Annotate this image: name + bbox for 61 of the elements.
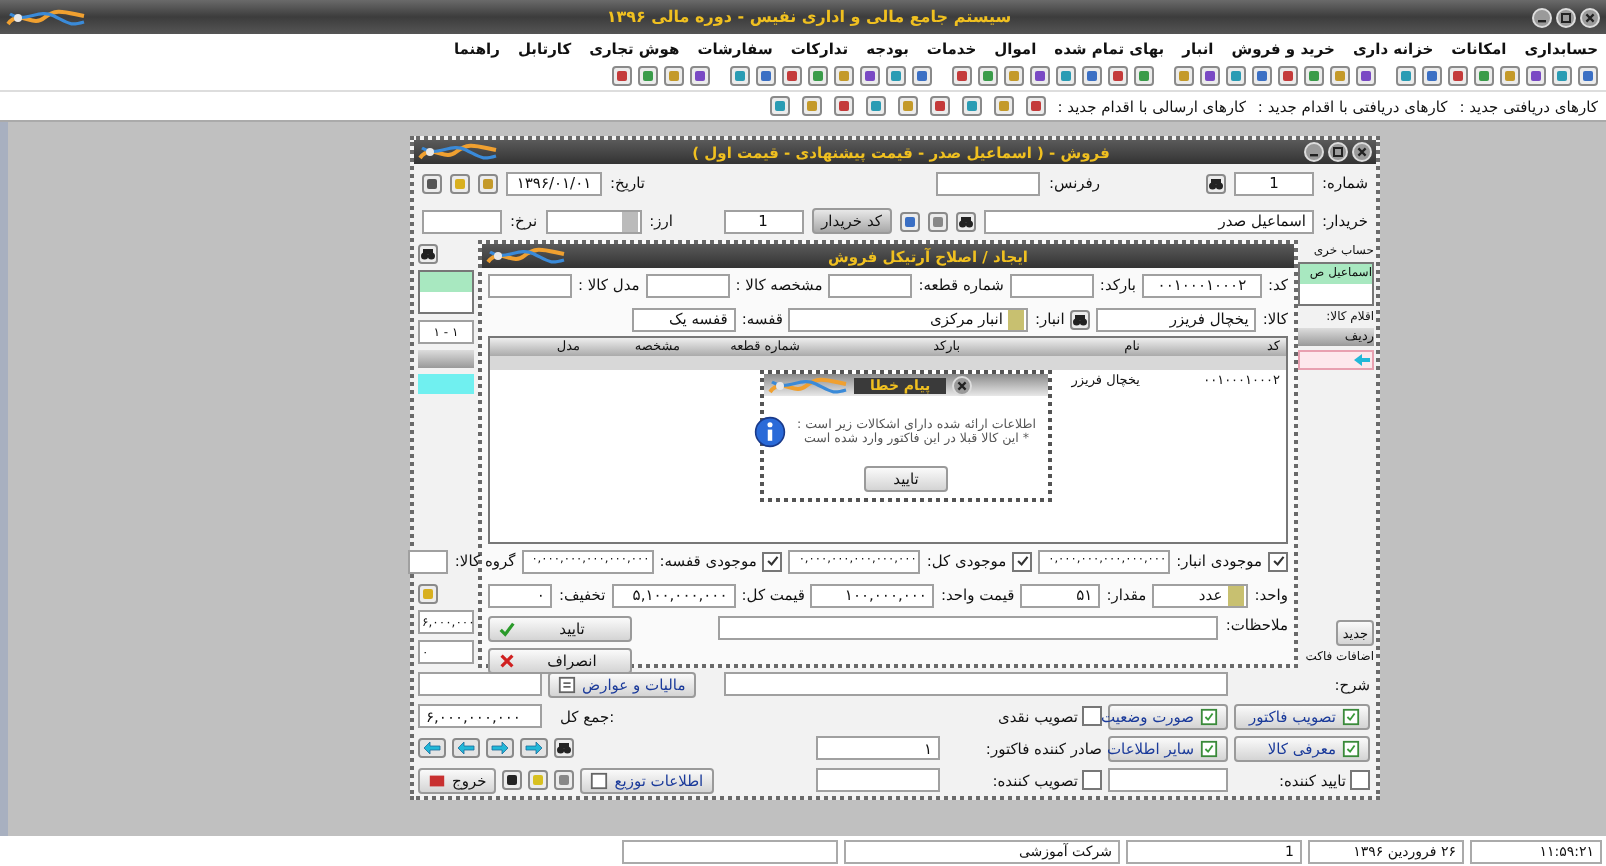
x-mark-icon: [498, 652, 516, 670]
close-icon[interactable]: [1352, 142, 1372, 162]
minimize-icon[interactable]: [1532, 7, 1552, 27]
app-title: سیستم جامع مالی و اداری نفیس - دوره مالی ۱۳۹۶: [604, 8, 1014, 26]
exit-icon: [428, 771, 446, 789]
toolbar-icon[interactable]: [478, 173, 498, 193]
spec-field[interactable]: [645, 273, 730, 297]
currency-dropdown[interactable]: [545, 209, 642, 233]
left-arrow-icon[interactable]: [452, 738, 480, 758]
toolbar-icon[interactable]: [961, 96, 982, 116]
ornament-drawing: [768, 373, 848, 397]
barcode-field[interactable]: [1009, 273, 1094, 297]
dropdown-icon[interactable]: [1008, 309, 1025, 329]
toolbar-icon[interactable]: [418, 584, 438, 604]
close-icon[interactable]: [1580, 7, 1600, 27]
ornament-drawing: [486, 244, 566, 268]
part-number-field[interactable]: [828, 273, 913, 297]
checkmark-icon: [498, 620, 516, 638]
toolbar-icon[interactable]: [927, 211, 948, 231]
ornament-drawing: [418, 140, 498, 164]
binoculars-icon[interactable]: [1206, 173, 1227, 193]
grid-header: [418, 350, 474, 368]
toolbar-icon[interactable]: [897, 96, 918, 116]
dropdown-icon[interactable]: [1228, 585, 1245, 605]
binoculars-icon[interactable]: [955, 211, 976, 231]
binoculars-icon[interactable]: [418, 244, 438, 264]
checkbox[interactable]: [762, 551, 783, 571]
confirmer-field[interactable]: [1108, 768, 1228, 792]
maximize-icon[interactable]: [1556, 7, 1576, 27]
description-field[interactable]: [723, 672, 1228, 696]
notes-field[interactable]: [717, 616, 1218, 640]
row-arrow-icon: [1352, 352, 1372, 368]
toolbar-icon[interactable]: [865, 96, 886, 116]
toolbar-icon[interactable]: [993, 96, 1014, 116]
ornament-drawing: [6, 5, 86, 29]
grid-row[interactable]: [1298, 350, 1374, 370]
group-field[interactable]: [408, 549, 449, 573]
dropdown-icon[interactable]: [621, 211, 638, 231]
checkbox[interactable]: [1350, 770, 1370, 790]
maximize-icon[interactable]: [1328, 142, 1348, 162]
text-field[interactable]: [418, 672, 542, 696]
left-arrow-icon[interactable]: [418, 738, 446, 758]
minimize-icon[interactable]: [1304, 142, 1324, 162]
toolbar-icon[interactable]: [833, 96, 854, 116]
toolbar-icon[interactable]: [801, 96, 822, 116]
toolbar-icon[interactable]: [899, 211, 920, 231]
toolbar-icon[interactable]: [929, 96, 950, 116]
model-field[interactable]: [488, 273, 572, 297]
toolbar-icon[interactable]: [1025, 96, 1046, 116]
checkbox[interactable]: [1082, 770, 1102, 790]
right-arrow-icon[interactable]: [486, 738, 514, 758]
checkbox[interactable]: [1082, 706, 1102, 726]
close-icon[interactable]: [952, 375, 973, 395]
binoculars-icon[interactable]: [1070, 309, 1091, 329]
rate-field[interactable]: [422, 209, 502, 233]
approver-field[interactable]: [816, 768, 940, 792]
binoculars-icon[interactable]: [554, 738, 574, 758]
checkbox[interactable]: [1012, 551, 1033, 571]
toolbar-icon[interactable]: [769, 96, 790, 116]
checkbox[interactable]: [1268, 551, 1288, 571]
reference-field[interactable]: [936, 171, 1041, 195]
